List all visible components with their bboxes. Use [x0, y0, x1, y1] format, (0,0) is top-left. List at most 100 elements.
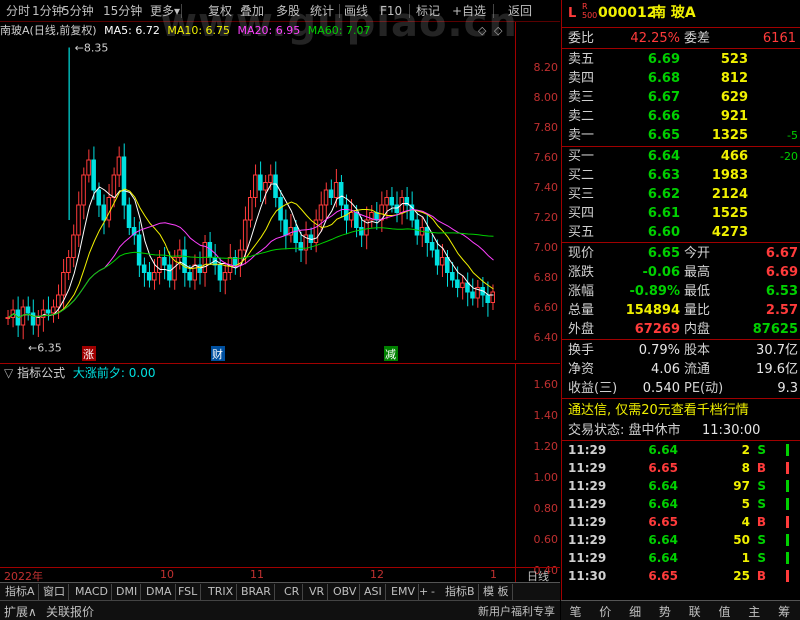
- candle: [470, 278, 475, 306]
- stat-row: 涨跌 -0.06 最高 6.69: [562, 263, 800, 282]
- ma60-label: MA60: 7.07: [307, 24, 371, 37]
- fund-value: 9.3: [777, 381, 798, 396]
- quote-tab[interactable]: 笔: [561, 603, 590, 620]
- fund-value: 0.79%: [638, 343, 680, 358]
- close-chart-icon[interactable]: ◇: [494, 24, 502, 37]
- indicator-tab[interactable]: 指标B: [442, 584, 479, 600]
- level-volume: 812: [720, 71, 748, 86]
- candle: [50, 299, 56, 323]
- quote-tab[interactable]: 细: [621, 603, 650, 620]
- candle: [81, 167, 86, 220]
- candle: [25, 296, 31, 321]
- order-level-row[interactable]: 买二 6.63 1983: [562, 166, 800, 185]
- candle: [227, 244, 233, 280]
- kline-chart[interactable]: ←8.35 ←6.35 涨 财 减: [0, 40, 515, 362]
- quote-header: L R 500 000012 南 玻A: [562, 2, 800, 24]
- price-tick: 7.60: [533, 151, 559, 164]
- indicator-tab[interactable]: DMI: [113, 584, 142, 600]
- ma5-label: MA5: 6.72: [104, 24, 160, 37]
- indicator-tab[interactable]: FSL: [175, 584, 202, 600]
- divider: [562, 398, 800, 399]
- tick-side: B: [756, 461, 766, 475]
- candle: [424, 214, 430, 257]
- indicator-tab[interactable]: DMA: [143, 584, 176, 600]
- stat-label: 涨跌: [568, 265, 595, 280]
- promo-banner[interactable]: 通达信, 仅需20元查看千档行情: [568, 401, 800, 420]
- candle: [86, 149, 91, 183]
- quote-tab[interactable]: 联: [680, 603, 709, 620]
- toolbar-item[interactable]: 5分钟: [62, 3, 94, 19]
- indicator-tab[interactable]: 指标A: [2, 584, 39, 600]
- indicator-tab[interactable]: VR: [306, 584, 329, 600]
- tab-scroll-right[interactable]: -: [428, 584, 438, 600]
- quote-tab[interactable]: 值: [710, 603, 739, 620]
- quote-tab[interactable]: 势: [650, 603, 679, 620]
- cycle-label[interactable]: 日线: [515, 567, 560, 583]
- tick-bar: [786, 462, 789, 474]
- toolbar-item[interactable]: 分时: [6, 3, 30, 19]
- order-level-row[interactable]: 买四 6.61 1525: [562, 204, 800, 223]
- order-level-row[interactable]: 买一 6.64 466 -20: [562, 147, 800, 166]
- stat-value: 6.67: [765, 246, 798, 261]
- indicator-tab[interactable]: EMV: [388, 584, 419, 600]
- price-axis: 8.20 8.00 7.80 7.60 7.40 7.20 7.00 6.80 6.60 6.40: [515, 22, 560, 360]
- level-price: 6.65: [647, 128, 680, 143]
- candle: [253, 164, 258, 208]
- price-tick: 7.40: [533, 181, 559, 194]
- order-level-row[interactable]: 卖五 6.69 523: [562, 50, 800, 69]
- quote-tab[interactable]: 主: [740, 603, 769, 620]
- candle: [76, 191, 81, 247]
- event-marker[interactable]: 减: [385, 348, 396, 361]
- indicator-expand-icon[interactable]: ▽: [4, 366, 13, 380]
- indicator-tab[interactable]: ASI: [361, 584, 386, 600]
- toolbar-item[interactable]: 15分钟: [103, 3, 142, 19]
- diamond-icon[interactable]: ◇: [478, 24, 486, 37]
- tick-volume: 1: [741, 551, 750, 565]
- candle: [146, 262, 152, 288]
- level-label: 卖一: [568, 128, 595, 143]
- tick-price: 6.64: [648, 479, 678, 493]
- indicator-tab[interactable]: OBV: [330, 584, 361, 600]
- trade-status-row: 交易状态: 盘中休市 11:30:00: [562, 421, 800, 440]
- candle: [177, 239, 182, 270]
- order-level-row[interactable]: 卖四 6.68 812: [562, 69, 800, 88]
- promo-link[interactable]: 新用户福利专享: [478, 603, 555, 619]
- event-marker[interactable]: 财: [212, 347, 223, 361]
- indicator-tab[interactable]: 模 板: [480, 584, 513, 600]
- indicator-tab[interactable]: BRAR: [238, 584, 275, 600]
- indicator-tab[interactable]: 窗口: [40, 584, 69, 600]
- order-level-row[interactable]: 买三 6.62 2124: [562, 185, 800, 204]
- fund-label: 换手: [568, 343, 595, 358]
- order-level-row[interactable]: 卖三 6.67 629: [562, 88, 800, 107]
- tick-volume: 5: [741, 497, 750, 511]
- tick-side: S: [757, 479, 766, 493]
- tick-side: S: [757, 533, 766, 547]
- tick-time: 11:29: [568, 443, 607, 457]
- order-level-row[interactable]: 买五 6.60 4273: [562, 223, 800, 242]
- level-volume: 1983: [711, 168, 748, 183]
- candle: [288, 214, 293, 243]
- tick-time: 11:29: [568, 515, 607, 529]
- toolbar-item[interactable]: 1分钟: [32, 3, 64, 19]
- tick-side: S: [757, 443, 766, 457]
- indicator-name[interactable]: 指标公式: [17, 366, 65, 380]
- indicator-tab[interactable]: MACD: [72, 584, 112, 600]
- level-price: 6.68: [647, 71, 680, 86]
- indicator-tab[interactable]: CR: [281, 584, 304, 600]
- related-quote-button[interactable]: 关联报价: [46, 603, 94, 620]
- tick-price: 6.64: [648, 533, 678, 547]
- level-label: 卖四: [568, 71, 595, 86]
- level-price: 6.60: [647, 225, 680, 240]
- indicator-tab[interactable]: TRIX: [205, 584, 238, 600]
- order-level-row[interactable]: 卖一 6.65 1325 -5: [562, 126, 800, 145]
- expand-button[interactable]: 扩展∧: [4, 603, 37, 620]
- quote-tab[interactable]: 价: [591, 603, 620, 620]
- tick-price: 6.64: [648, 497, 678, 511]
- quote-tab[interactable]: 筹: [770, 603, 799, 620]
- event-marker[interactable]: 涨: [83, 348, 94, 361]
- candle: [465, 272, 470, 307]
- price-tick: 8.20: [533, 61, 559, 74]
- order-level-row[interactable]: 卖二 6.66 921: [562, 107, 800, 126]
- tick-time: 11:29: [568, 533, 607, 547]
- candle: [131, 217, 137, 245]
